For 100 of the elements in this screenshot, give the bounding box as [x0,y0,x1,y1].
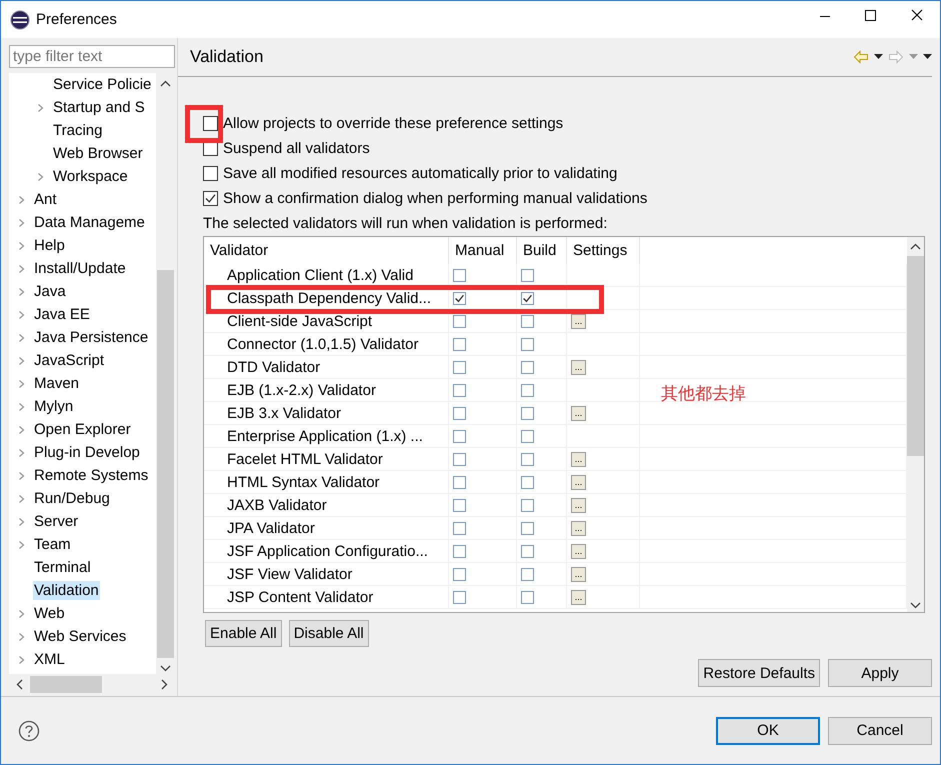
settings-button[interactable]: ... [571,406,586,420]
tree-item[interactable]: Open Explorer [33,420,132,439]
checkbox[interactable] [203,191,218,206]
checkbox[interactable] [203,166,218,181]
checkbox[interactable] [453,430,466,442]
button[interactable]: Apply [828,659,932,687]
button[interactable]: Restore Defaults [698,659,820,687]
tree-item[interactable]: Web Browser [52,144,144,163]
tree-item[interactable]: Team [33,535,72,554]
column-header[interactable]: Settings [567,237,640,264]
tree-item[interactable]: Workspace [52,167,129,186]
checkbox[interactable] [521,406,534,420]
scroll-thumb[interactable] [30,676,102,692]
tree-item[interactable]: Startup and S [52,98,146,117]
checkbox[interactable] [521,568,534,580]
tree-item[interactable]: Run/Debug [33,489,111,508]
button[interactable]: Cancel [828,716,932,744]
checkbox[interactable] [453,568,466,580]
checkbox[interactable] [521,360,534,374]
tree-item[interactable]: Server [33,512,80,531]
checkbox[interactable] [521,268,534,282]
column-header[interactable]: Build [517,237,567,264]
checkbox[interactable] [453,498,466,512]
tree-item[interactable]: Install/Update [33,259,127,278]
column-header[interactable]: Manual [449,237,517,264]
tree-item[interactable]: Remote Systems [33,466,150,485]
table-cell: Enterprise Application (1.x) ... [204,425,449,447]
checkbox[interactable] [453,360,466,374]
back-arrow-icon[interactable] [853,50,869,64]
tree-item[interactable]: Tracing [52,121,104,140]
settings-button[interactable]: ... [571,566,586,582]
checkbox[interactable] [521,590,534,604]
dropdown-icon[interactable] [874,54,883,60]
checkbox[interactable] [521,544,534,558]
tree-item[interactable]: Validation [33,581,100,600]
table-cell: Facelet HTML Validator [204,448,449,470]
scroll-thumb[interactable] [907,256,924,456]
checkbox[interactable] [453,522,466,534]
settings-button[interactable]: ... [571,520,586,536]
checkbox[interactable] [453,476,466,488]
tree-item[interactable]: Java EE [33,305,91,324]
table-cell: EJB (1.x-2.x) Validator [204,379,449,401]
tree-item[interactable]: Ant [33,190,58,209]
search-field[interactable]: type filter text [9,45,175,68]
button[interactable]: OK [716,716,820,744]
checkbox[interactable] [203,116,218,131]
tree-item[interactable]: JavaScript [33,351,106,370]
checkbox[interactable] [453,268,466,282]
forward-arrow-icon[interactable] [888,50,904,64]
scrollbar[interactable] [9,674,175,694]
checkbox-label[interactable]: Save all modified resources automatically prior to validating [223,165,618,182]
settings-button[interactable]: ... [571,590,586,604]
tree-item[interactable]: Help [33,236,66,255]
checkbox[interactable] [521,452,534,466]
column-header[interactable]: Validator [204,237,449,264]
table-cell: HTML Syntax Validator [204,471,449,493]
tree-item[interactable]: XML [33,650,66,669]
checkbox[interactable] [453,590,466,604]
checkbox[interactable] [453,314,466,328]
checkbox[interactable] [521,498,534,512]
checkbox[interactable] [453,384,466,396]
checkbox-label[interactable]: Show a confirmation dialog when performing manual validations [223,190,648,207]
menu-icon[interactable] [923,54,932,60]
checkbox[interactable] [453,544,466,558]
tree-item[interactable]: Service Policie [52,75,152,94]
checkbox[interactable] [521,430,534,442]
tree-item[interactable]: Java Persistence [33,328,150,347]
checkbox[interactable] [453,406,466,420]
scroll-thumb[interactable] [157,270,174,658]
checkbox[interactable] [521,522,534,534]
checkbox[interactable] [453,452,466,466]
checkbox-label[interactable]: Allow projects to override these preference settings [223,115,564,132]
checkbox[interactable] [453,338,466,350]
tree-item[interactable]: Web Services [33,627,128,646]
settings-button[interactable]: ... [571,360,586,374]
tree-item[interactable]: Maven [33,374,80,393]
button[interactable]: Disable All [288,620,369,647]
tree-item[interactable]: Java [33,282,67,301]
scrollbar[interactable] [907,237,924,612]
checkbox[interactable] [521,292,534,304]
table-cell: JSF Application Configuratio... [204,540,449,562]
checkbox[interactable] [521,476,534,488]
checkbox[interactable] [521,338,534,350]
settings-button[interactable]: ... [571,498,586,512]
settings-button[interactable]: ... [571,544,586,558]
settings-button[interactable]: ... [571,452,586,466]
button[interactable]: Enable All [205,620,282,647]
checkbox[interactable] [521,384,534,396]
settings-button[interactable]: ... [571,314,586,328]
settings-button[interactable]: ... [571,474,586,490]
help-icon[interactable] [18,720,40,742]
tree-item[interactable]: Data Manageme [33,213,146,232]
table-cell: Classpath Dependency Valid... [204,287,449,309]
tree-item[interactable]: Terminal [33,558,92,577]
tree-item[interactable]: Plug-in Develop [33,443,141,462]
tree-item[interactable]: Mylyn [33,397,74,416]
tree-item[interactable]: Web [33,604,66,623]
checkbox-label[interactable]: Suspend all validators [223,140,370,157]
checkbox[interactable] [453,292,466,304]
checkbox[interactable] [521,314,534,328]
